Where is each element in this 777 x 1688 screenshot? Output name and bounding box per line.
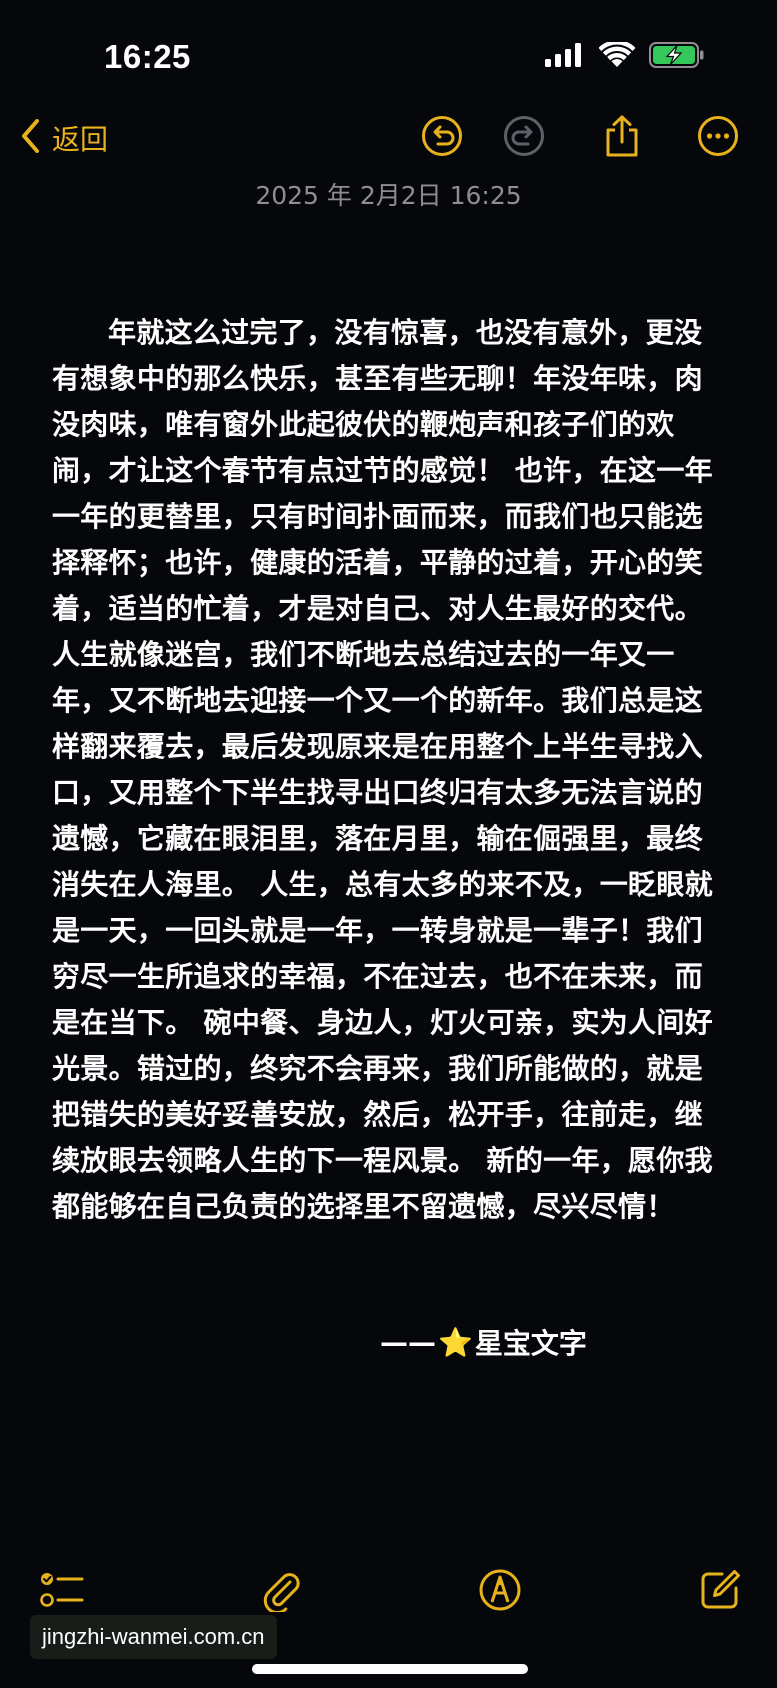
compose-button[interactable] — [696, 1568, 744, 1616]
paperclip-icon — [260, 1568, 304, 1616]
star-icon: ⭐ — [438, 1325, 473, 1359]
watermark: jingzhi-wanmei.com.cn — [30, 1615, 277, 1659]
undo-button[interactable] — [420, 116, 464, 160]
markup-button[interactable] — [476, 1568, 524, 1616]
note-body[interactable]: 年就这么过完了，没有惊喜，也没有意外，更没有想象中的那么快乐，甚至有些无聊！年没… — [52, 310, 722, 1230]
battery-charging-icon — [649, 42, 705, 72]
cellular-signal-icon — [545, 43, 585, 71]
note-signature: —— ⭐ 星宝文字 — [380, 1322, 587, 1362]
share-button[interactable] — [600, 114, 644, 162]
redo-icon — [503, 115, 545, 161]
undo-icon — [421, 115, 463, 161]
status-bar: 16:25 — [0, 0, 777, 110]
note-date: 2025 年 2月2日 16:25 — [255, 181, 522, 210]
share-icon — [602, 114, 642, 162]
signature-name: 星宝文字 — [474, 1327, 587, 1360]
status-icons — [545, 40, 705, 72]
signature-dash: —— — [380, 1325, 436, 1359]
compose-icon — [698, 1568, 742, 1616]
nav-actions — [0, 114, 777, 164]
nav-bar: 返回 — [0, 110, 777, 170]
checklist-icon — [39, 1569, 85, 1615]
more-icon — [697, 115, 739, 161]
redo-button[interactable] — [502, 116, 546, 160]
wifi-icon — [598, 40, 636, 72]
bottom-toolbar — [0, 1560, 777, 1620]
attachment-button[interactable] — [258, 1568, 306, 1616]
status-time: 16:25 — [104, 38, 191, 75]
more-button[interactable] — [696, 116, 740, 160]
markup-pen-icon — [478, 1568, 522, 1616]
home-indicator[interactable] — [252, 1664, 528, 1674]
checklist-button[interactable] — [38, 1568, 86, 1616]
